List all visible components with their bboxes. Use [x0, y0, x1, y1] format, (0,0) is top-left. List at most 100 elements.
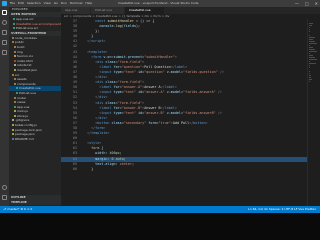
minimap-line [309, 75, 312, 76]
tree-item-label: node_modules [15, 35, 37, 40]
minimap-line [309, 29, 310, 30]
source-control-icon[interactable] [2, 30, 7, 35]
letterbox-bottom [0, 213, 320, 240]
tree-item-label: babel.config.js [15, 123, 37, 128]
line-source: } [87, 166, 94, 171]
file-icon [12, 119, 14, 122]
tree-item-label: CreatePoll.vue src\components [16, 21, 61, 26]
tree-item-label: store.js [17, 113, 28, 118]
folder-icon [14, 50, 16, 53]
file-icon [13, 18, 15, 20]
explorer-icon[interactable] [2, 10, 7, 15]
minimap-line [309, 37, 315, 38]
menu-item-terminal[interactable]: Terminal [70, 0, 83, 7]
account-icon[interactable] [2, 185, 7, 190]
tree-item-label: views [17, 100, 26, 105]
menu-item-help[interactable]: Help [85, 0, 92, 7]
file-icon [14, 59, 16, 62]
code-line[interactable]: 66 } [61, 167, 320, 172]
minimize-button[interactable]: — [295, 0, 299, 7]
tree-item-label: assets [17, 77, 27, 82]
tab-polllist-vue[interactable]: PollList.vue [91, 7, 125, 14]
window-title: CreatePoll.vue - vuepoll-frontend - Visu… [118, 1, 199, 5]
vscode-window: File Edit Selection View Go Run Terminal Help C… [0, 0, 320, 213]
minimap-line [309, 39, 313, 40]
line-number: 66 [72, 166, 77, 171]
search-icon[interactable] [2, 20, 7, 25]
file-icon [12, 133, 14, 136]
menu-item-go[interactable]: Go [54, 0, 58, 7]
file-icon [12, 128, 14, 131]
tree-item-label: package-lock.json [15, 127, 42, 132]
status-left[interactable]: ⎇ master* ⊗ 0 ⚠ 0 [3, 206, 32, 213]
file-icon [16, 87, 18, 90]
folder-icon [12, 41, 14, 44]
folder-icon [12, 36, 14, 39]
tree-item-label: App.vue src [16, 17, 34, 21]
tree-file[interactable]: README.md [9, 137, 61, 142]
minimap-line [309, 57, 315, 58]
tree-item-label: img [17, 49, 23, 54]
video-frame: File Edit Selection View Go Run Terminal Help C… [0, 0, 320, 240]
tree-item-label: router [17, 95, 27, 100]
code-editor[interactable]: 37 const submitHandler = () => {38 conso… [61, 19, 320, 206]
timeline-section[interactable]: TIMELINE [9, 200, 61, 205]
tree-item-label: PollList.vue [19, 90, 36, 95]
tree-item-label: components [17, 81, 36, 86]
tab-app-vue[interactable]: App.vue [61, 7, 91, 14]
folder-icon [14, 45, 16, 48]
file-icon [14, 110, 16, 113]
tree-item-label: src [15, 72, 20, 77]
tree-item-label: build [17, 44, 25, 49]
tree-item-label: robots.txt [17, 63, 32, 68]
minimap-line [309, 55, 313, 56]
file-icon [14, 55, 16, 58]
minimap-line [309, 79, 312, 80]
minimap-line [309, 41, 316, 42]
minimap-line [309, 67, 311, 68]
menu-item-run[interactable]: Run [61, 0, 67, 7]
folder-icon [14, 78, 16, 81]
close-button[interactable]: ✕ [315, 0, 318, 7]
activity-bar [0, 7, 9, 206]
tree-item-label: manifest.json [17, 67, 38, 72]
settings-gear-icon[interactable] [2, 195, 7, 200]
window-controls: — □ ✕ [295, 0, 318, 7]
minimap-line [309, 65, 311, 66]
tree-item-label: .gitignore [15, 118, 30, 123]
tree-item-label: package.json [15, 132, 35, 137]
tree-item-label: CreatePoll.vue [19, 86, 41, 91]
title-bar: File Edit Selection View Go Run Terminal Help C… [0, 0, 320, 7]
menu-item-selection[interactable]: Selection [27, 0, 41, 7]
minimap-line [309, 43, 318, 44]
minimap-line [309, 61, 311, 62]
file-icon [16, 91, 18, 94]
tree-item-label: favicon.ico [17, 54, 34, 59]
tab-createpoll-vue[interactable]: CreatePoll.vue [125, 7, 165, 14]
file-icon [14, 114, 16, 117]
maximize-button[interactable]: □ [305, 0, 309, 7]
tree-item-label: README.md [15, 136, 34, 141]
file-icon [13, 22, 15, 25]
minimap-line [309, 59, 318, 60]
minimap-line [309, 45, 311, 46]
file-icon [14, 105, 16, 108]
menu-item-file[interactable]: File [10, 0, 15, 7]
minimap[interactable] [307, 19, 320, 206]
minimap-line [309, 63, 317, 64]
file-icon [14, 64, 16, 67]
minimap-line [309, 27, 310, 28]
menu-item-view[interactable]: View [44, 0, 51, 7]
tree-item-label: index.html [17, 58, 33, 63]
extensions-icon[interactable] [2, 50, 7, 55]
vscode-logo-icon [2, 1, 7, 6]
file-icon [12, 137, 14, 140]
minimap-line [309, 81, 310, 82]
menu-item-edit[interactable]: Edit [18, 0, 24, 7]
folder-icon [14, 82, 16, 85]
minimap-line [309, 35, 311, 36]
minimap-line [309, 51, 318, 52]
status-right[interactable]: Ln 64, Col 41 Spaces: 2 UTF-8 LF Vue Pre… [248, 206, 316, 213]
run-debug-icon[interactable] [2, 40, 7, 45]
tree-file[interactable]: PollList.vue src [9, 26, 61, 31]
